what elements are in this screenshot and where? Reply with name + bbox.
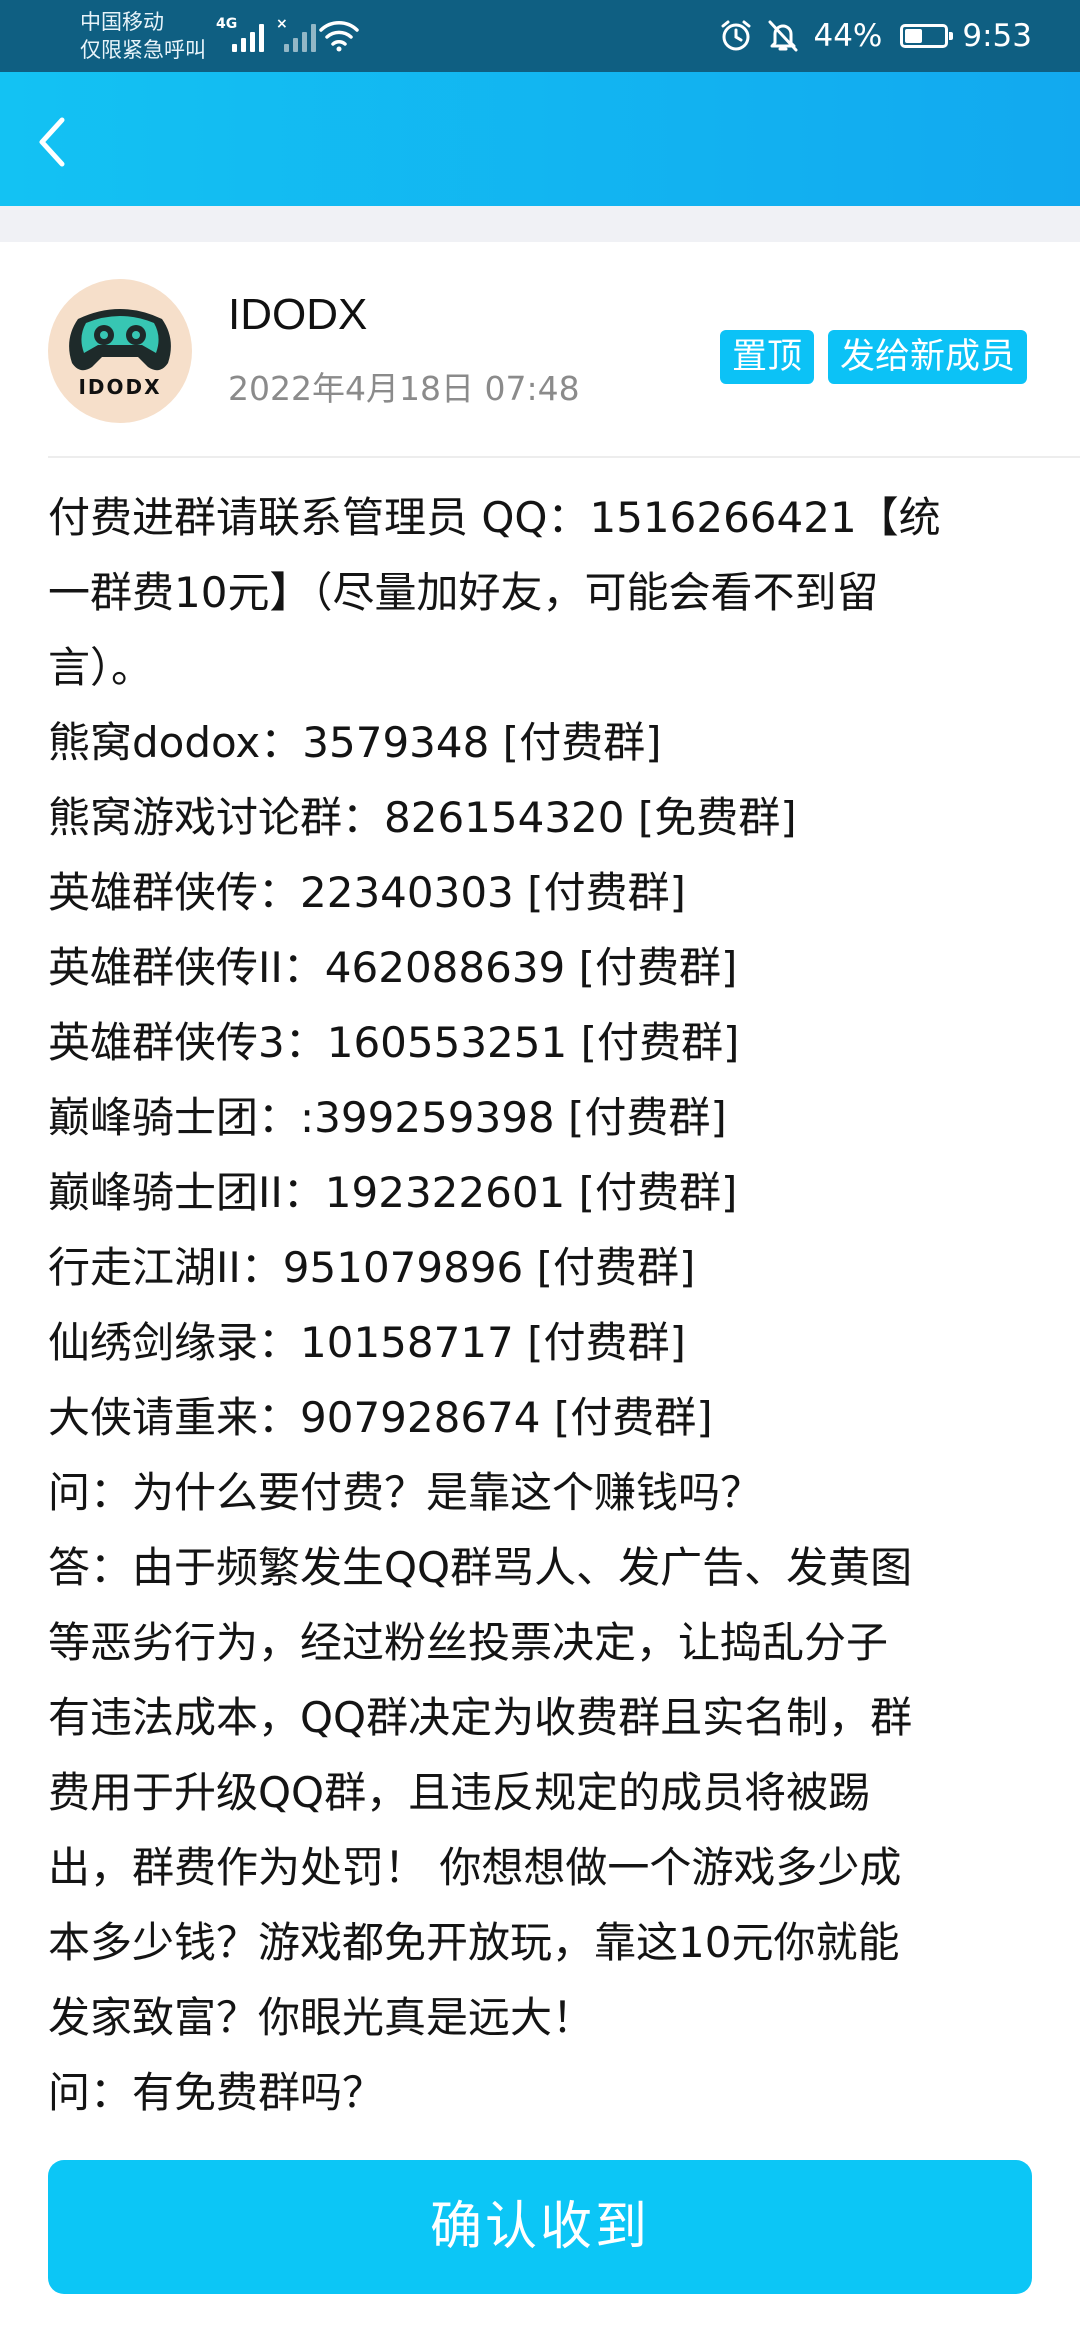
wifi-icon [319, 21, 359, 52]
chevron-left-icon [39, 117, 65, 167]
content-line: 答：由于频繁发生QQ群骂人、发广告、发黄图 [48, 1543, 913, 1592]
content-line: 行走江湖II：951079896 [付费群] [48, 1243, 696, 1292]
content-line: 问：为什么要付费？是靠这个赚钱吗？ [48, 1468, 763, 1517]
content-line: 出，群费作为处罚！ 你想想做一个游戏多少成 [48, 1843, 902, 1892]
content-line: 本多少钱？游戏都免开放玩，靠这10元你就能 [48, 1918, 900, 1967]
content-line: 问：有免费群吗？ [48, 2068, 385, 2117]
content-line: 熊窝游戏讨论群：826154320 [免费群] [48, 793, 797, 842]
header-divider [48, 456, 1080, 458]
mute-bell-icon [768, 20, 798, 52]
status-right: 44% 9:53 [719, 0, 1032, 72]
group-avatar[interactable]: IDODX [48, 279, 192, 423]
content-line: 巅峰骑士团：:399259398 [付费群] [48, 1093, 727, 1142]
battery-percent: 44% [813, 18, 883, 54]
content-line: 费用于升级QQ群，且违反规定的成员将被踢 [48, 1768, 871, 1817]
content-line: 仙绣剑缘录：10158717 [付费群] [48, 1318, 686, 1367]
emergency-only-text: 仅限紧急呼叫 [80, 38, 206, 62]
content-line: 熊窝dodox：3579348 [付费群] [48, 718, 662, 767]
signal-off-icon [284, 20, 316, 52]
notice-header: IDODX IDODX 2022年4月18日 07:48 置顶 发给新成员 [0, 242, 1080, 458]
send-to-new-members-button[interactable]: 发给新成员 [828, 330, 1028, 384]
back-button[interactable] [12, 102, 92, 182]
section-separator [0, 206, 1080, 242]
post-date: 2022年4月18日 07:48 [228, 369, 580, 408]
content-line: 等恶劣行为，经过粉丝投票决定，让捣乱分子 [48, 1618, 889, 1667]
content-line: 付费进群请联系管理员 QQ：1516266421【统 [48, 493, 941, 542]
battery-icon [900, 24, 954, 48]
clock-time: 9:53 [962, 18, 1032, 54]
content-line: 发家致富？你眼光真是远大！ [48, 1993, 595, 2042]
top-navigation-bar [0, 72, 1080, 206]
avatar-logo-text: IDODX [78, 375, 162, 399]
content-line: 言）。 [48, 643, 154, 692]
pin-button[interactable]: 置顶 [720, 330, 815, 384]
carrier-name: 中国移动 [80, 10, 164, 34]
content-line: 英雄群侠传：22340303 [付费群] [48, 868, 686, 917]
confirm-received-button[interactable]: 确认收到 [48, 2160, 1032, 2294]
content-line: 巅峰骑士团II：192322601 [付费群] [48, 1168, 738, 1217]
alarm-icon [721, 20, 751, 51]
signal-icon [232, 20, 264, 52]
carrier-info: 中国移动 仅限紧急呼叫 [80, 8, 206, 64]
group-name: IDODX [228, 290, 368, 339]
content-line: 英雄群侠传3：160553251 [付费群] [48, 1018, 740, 1067]
status-bar: 中国移动 仅限紧急呼叫 4G × 44% 9:53 [0, 0, 1080, 72]
notice-body: 付费进群请联系管理员 QQ：1516266421【统 一群费10元】（尽量加好友… [48, 480, 1038, 2130]
gamepad-logo-icon [69, 309, 171, 371]
content-line: 一群费10元】（尽量加好友，可能会看不到留 [48, 568, 879, 617]
content-line: 英雄群侠传II：462088639 [付费群] [48, 943, 738, 992]
content-line: 大侠请重来：907928674 [付费群] [48, 1393, 713, 1442]
content-line: 有违法成本，QQ群决定为收费群且实名制，群 [48, 1693, 913, 1742]
